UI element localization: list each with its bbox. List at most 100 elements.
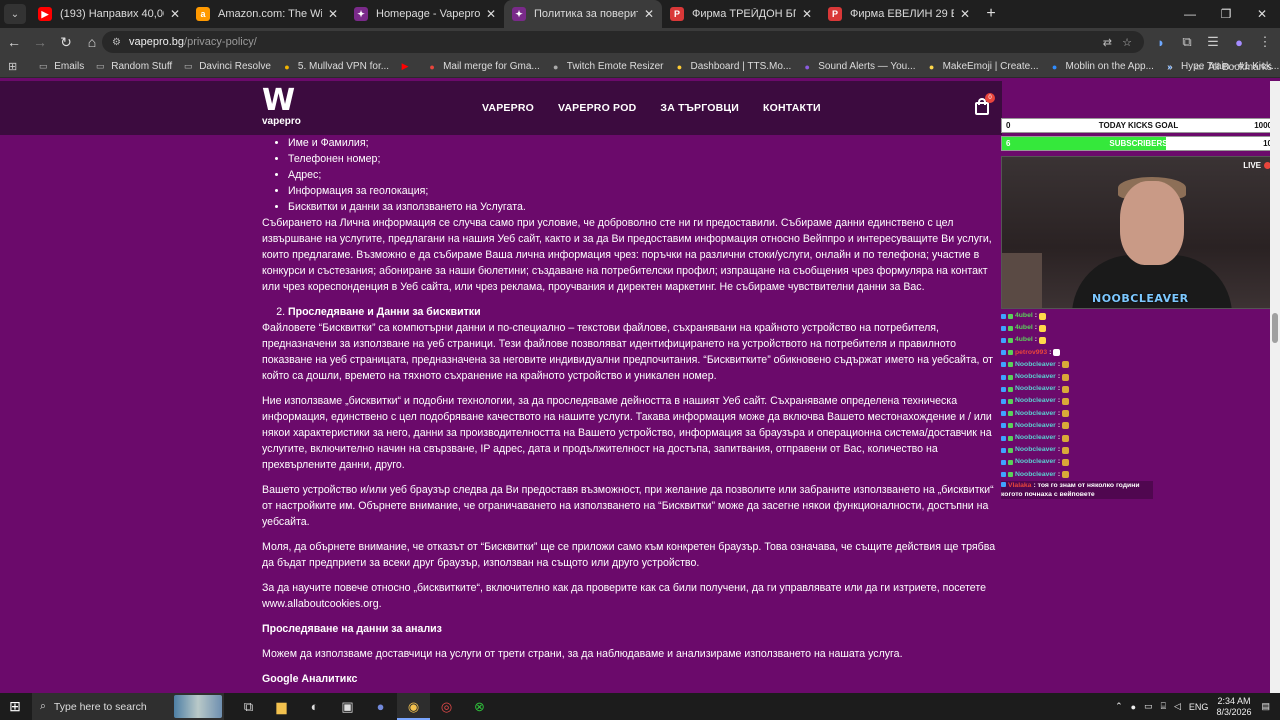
tab-close-icon[interactable]: ✕ bbox=[644, 7, 654, 21]
extension-icon[interactable]: ◗ bbox=[1152, 35, 1170, 50]
windows-start-icon[interactable]: ⊞ bbox=[0, 698, 30, 715]
app-icon-1[interactable]: ◐ bbox=[298, 693, 331, 720]
media-controls-icon[interactable]: ☰ bbox=[1204, 34, 1222, 50]
tab-close-icon[interactable]: ✕ bbox=[170, 7, 180, 21]
bookmark-item[interactable]: ▭ Emails bbox=[37, 61, 84, 73]
tts-icon: ● bbox=[676, 61, 683, 72]
chrome-icon[interactable]: ◉ bbox=[397, 693, 430, 720]
nav-za-targovtsi[interactable]: ЗА ТЪРГОВЦИ bbox=[660, 102, 739, 114]
back-icon[interactable]: ← bbox=[2, 34, 26, 50]
nav-vapepro-pod[interactable]: VAPEPRO POD bbox=[558, 102, 636, 114]
tray-mic-icon[interactable]: ● bbox=[1131, 702, 1136, 712]
chat-badge-icon bbox=[1001, 423, 1006, 429]
kicks-goal-label: TODAY KICKS GOAL bbox=[1098, 121, 1179, 130]
app-icon-3[interactable]: ◎ bbox=[430, 693, 463, 720]
bookmark-item[interactable]: ▶ bbox=[399, 61, 416, 73]
close-window-icon[interactable]: ✕ bbox=[1244, 0, 1280, 28]
browser-tab[interactable]: ✦ Политика за поверителност и ✕ bbox=[504, 0, 662, 28]
site-info-icon[interactable]: ⚙ bbox=[112, 37, 121, 48]
chat-username: Noobcleaver bbox=[1015, 360, 1056, 368]
chat-message: Noobcleaver: bbox=[1001, 456, 1153, 468]
minimize-icon[interactable]: — bbox=[1172, 0, 1208, 28]
bookmarks-right: » ▭ All Bookmarks bbox=[1167, 56, 1272, 78]
scrollbar-thumb[interactable] bbox=[1272, 313, 1278, 343]
chat-username: petrov993 bbox=[1015, 348, 1048, 356]
extensions-puzzle-icon[interactable]: ⧉ bbox=[1178, 34, 1196, 50]
tab-close-icon[interactable]: ✕ bbox=[802, 7, 812, 21]
privacy-policy-content: Име и Фамилия; Телефонен номер; Адрес; И… bbox=[262, 135, 1007, 687]
chat-username: 4ubel bbox=[1015, 336, 1033, 344]
file-explorer-icon[interactable]: ▆ bbox=[265, 693, 298, 720]
bookmark-label: Dashboard | TTS.Mo... bbox=[690, 61, 792, 72]
all-bookmarks-link[interactable]: All Bookmarks bbox=[1208, 62, 1272, 73]
bookmarks-overflow-icon[interactable]: » bbox=[1167, 62, 1173, 73]
more-menu-icon[interactable]: ⋮ bbox=[1256, 34, 1274, 50]
notifications-icon[interactable]: ▤ bbox=[1261, 701, 1270, 712]
tray-network-icon[interactable]: ⌸ bbox=[1161, 701, 1166, 712]
discord-icon[interactable]: ● bbox=[364, 693, 397, 720]
tray-display-icon[interactable]: ▭ bbox=[1144, 701, 1153, 712]
bookmark-label: Davinci Resolve bbox=[199, 61, 271, 72]
tray-volume-icon[interactable]: ◁ bbox=[1174, 701, 1181, 712]
bookmark-item[interactable]: ▭ Davinci Resolve bbox=[182, 61, 271, 73]
search-highlight-image[interactable] bbox=[174, 695, 222, 718]
app-icon-2[interactable]: ▣ bbox=[331, 693, 364, 720]
chat-emote-icon bbox=[1062, 434, 1070, 442]
task-view-icon[interactable]: ⧉ bbox=[232, 693, 265, 720]
chat-badge-icon bbox=[1008, 472, 1013, 478]
bookmark-item[interactable]: ● Twitch Emote Resizer bbox=[550, 61, 663, 73]
forward-icon[interactable]: → bbox=[28, 34, 52, 50]
page-scrollbar[interactable] bbox=[1270, 81, 1280, 693]
profile-avatar-icon[interactable]: ● bbox=[1230, 35, 1248, 50]
bookmark-item[interactable]: ● Sound Alerts — You... bbox=[801, 61, 916, 73]
tray-language[interactable]: ENG bbox=[1189, 702, 1209, 712]
tray-clock[interactable]: 2:34 AM 8/3/2026 bbox=[1216, 696, 1251, 718]
tab-close-icon[interactable]: ✕ bbox=[328, 7, 338, 21]
tab-close-icon[interactable]: ✕ bbox=[960, 7, 970, 21]
translate-icon[interactable]: ⇄ bbox=[1103, 36, 1112, 49]
chat-username: Vlalaka bbox=[1008, 481, 1032, 489]
bookmark-item[interactable]: ● Dashboard | TTS.Mo... bbox=[673, 61, 792, 73]
chat-badge-icon bbox=[1008, 313, 1013, 319]
tray-chevron-icon[interactable]: ⌃ bbox=[1115, 701, 1123, 712]
chat-username: Noobcleaver bbox=[1015, 421, 1056, 429]
browser-tab[interactable]: P Фирма ТРЕЙДОН БГ ЕООД ЕИ ✕ bbox=[662, 0, 820, 28]
nav-vapepro[interactable]: VAPEPRO bbox=[482, 102, 534, 114]
chat-text: : bbox=[1057, 397, 1061, 405]
new-tab-icon[interactable]: + bbox=[978, 5, 1004, 23]
nav-kontakti[interactable]: КОНТАКТИ bbox=[763, 102, 821, 114]
taskbar-search[interactable]: ⌕ Type here to search bbox=[32, 693, 224, 720]
bookmark-item[interactable]: ● 5. Mullvad VPN for... bbox=[281, 61, 389, 73]
browser-tab[interactable]: ▶ (193) Направих 40,000,000 лева ✕ bbox=[30, 0, 188, 28]
home-icon[interactable]: ⌂ bbox=[80, 34, 104, 50]
shopping-bag-icon bbox=[975, 102, 989, 115]
bookmark-item[interactable]: ● Moblin on the App... bbox=[1049, 61, 1154, 73]
tab-close-icon[interactable]: ✕ bbox=[486, 7, 496, 21]
toolbar-actions: ◗ ⧉ ☰ ● ⋮ bbox=[1152, 28, 1274, 56]
restore-icon[interactable]: ❐ bbox=[1208, 0, 1244, 28]
mullvad-icon: ● bbox=[284, 61, 290, 72]
chat-badge-icon bbox=[1008, 338, 1013, 343]
bookmark-star-icon[interactable]: ☆ bbox=[1122, 36, 1132, 49]
window-controls: — ❐ ✕ bbox=[1172, 0, 1280, 28]
address-bar[interactable]: ⚙ vapepro.bg/privacy-policy/ ⇄ ☆ bbox=[102, 31, 1144, 53]
chat-username: Noobcleaver bbox=[1015, 385, 1056, 393]
site-logo[interactable]: W vapepro bbox=[262, 86, 312, 130]
apps-grid-icon[interactable]: ⊞ bbox=[8, 60, 17, 73]
section-heading-text: Проследяване и Данни за бисквитки bbox=[288, 306, 481, 318]
bookmark-label: Emails bbox=[54, 61, 85, 72]
tab-search-icon[interactable]: ⌄ bbox=[4, 4, 26, 24]
xbox-icon[interactable]: ⊗ bbox=[463, 693, 496, 720]
browser-tab[interactable]: P Фирма ЕВЕЛИН 29 ЕООД (Evel ✕ bbox=[820, 0, 978, 28]
bookmark-item[interactable]: ▭ Random Stuff bbox=[94, 61, 172, 73]
chat-badge-icon bbox=[1001, 411, 1006, 417]
bookmark-item[interactable]: ● Mail merge for Gma... bbox=[426, 61, 539, 73]
chat-badge-icon bbox=[1001, 481, 1006, 487]
all-bookmarks-folder-icon: ▭ bbox=[1194, 61, 1205, 73]
cart-button[interactable]: 0 bbox=[975, 93, 995, 115]
bookmark-item[interactable]: ● MakeEmoji | Create... bbox=[926, 61, 1039, 73]
browser-tab[interactable]: a Amazon.com: The Wire: The Co ✕ bbox=[188, 0, 346, 28]
site-header: W vapepro VAPEPRO VAPEPRO POD ЗА ТЪРГОВЦ… bbox=[0, 81, 1002, 135]
browser-tab[interactable]: ✦ Homepage - Vapepro ✕ bbox=[346, 0, 504, 28]
reload-icon[interactable]: ↻ bbox=[54, 34, 78, 51]
